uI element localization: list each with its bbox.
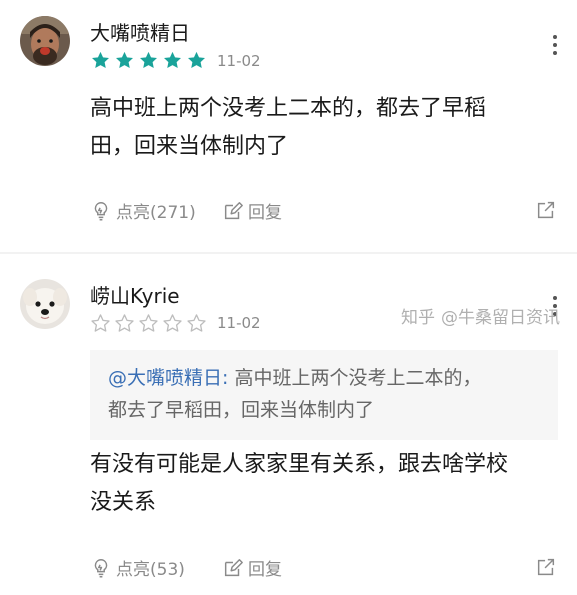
share-icon[interactable] <box>535 556 557 578</box>
like-button[interactable]: 点亮(271) <box>90 198 222 223</box>
comment-content: 有没有可能是人家家里有关系，跟去啥学校 没关系 <box>90 446 560 522</box>
username[interactable]: 崂山Kyrie <box>90 280 180 309</box>
comment-content-line: 田，回来当体制内了 <box>90 134 289 159</box>
more-options-icon[interactable] <box>546 33 564 57</box>
edit-icon <box>224 558 243 576</box>
like-button[interactable]: 点亮(53) <box>90 555 222 580</box>
comment-actions: 点亮(271) 回复 <box>90 198 282 223</box>
share-icon[interactable] <box>535 199 557 221</box>
star-empty-icon <box>91 314 110 332</box>
watermark: 知乎 @牛桑留日资讯 <box>401 303 560 328</box>
comment-card: 大嘴喷精日 11-02 高中班上两个没考上二本的，都去了早稻 田，回来当体制内了… <box>0 0 577 252</box>
like-label: 点亮(53) <box>116 560 185 580</box>
quote-text: 高中班上两个没考上二本的， <box>234 367 482 389</box>
reply-label: 回复 <box>248 560 282 580</box>
avatar[interactable] <box>20 279 70 329</box>
comment-date: 11-02 <box>217 52 261 70</box>
comment-content-line: 没关系 <box>90 490 157 515</box>
lightbulb-icon <box>94 201 108 220</box>
star-empty-icon <box>163 314 182 332</box>
lightbulb-icon <box>94 558 108 577</box>
comment-content-line: 高中班上两个没考上二本的，都去了早稻 <box>90 96 487 121</box>
star-empty-icon <box>115 314 134 332</box>
star-filled-icon <box>116 51 133 69</box>
quote-text: 都去了早稻田，回来当体制内了 <box>108 399 375 421</box>
comment-actions: 点亮(53) 回复 <box>90 555 282 580</box>
star-empty-icon <box>187 314 206 332</box>
avatar[interactable] <box>20 16 70 66</box>
reply-button[interactable]: 回复 <box>222 198 282 223</box>
like-label: 点亮(271) <box>116 203 196 223</box>
watermark-author: @牛桑留日资讯 <box>441 308 560 328</box>
rating-stars <box>90 50 207 71</box>
quote-mention[interactable]: @大嘴喷精日: <box>108 367 228 389</box>
star-filled-icon <box>92 51 109 69</box>
watermark-site: 知乎 <box>401 308 435 328</box>
reply-button[interactable]: 回复 <box>222 555 282 580</box>
comment-content-line: 有没有可能是人家家里有关系，跟去啥学校 <box>90 452 509 477</box>
quoted-reply: @大嘴喷精日: 高中班上两个没考上二本的， 都去了早稻田，回来当体制内了 <box>90 350 558 440</box>
star-filled-icon <box>164 51 181 69</box>
reply-label: 回复 <box>248 203 282 223</box>
comment-date: 11-02 <box>217 314 261 332</box>
star-filled-icon <box>140 51 157 69</box>
edit-icon <box>224 201 243 219</box>
comment-content: 高中班上两个没考上二本的，都去了早稻 田，回来当体制内了 <box>90 90 560 166</box>
rating-stars <box>90 313 207 334</box>
star-empty-icon <box>139 314 158 332</box>
star-filled-icon <box>188 51 205 69</box>
username[interactable]: 大嘴喷精日 <box>90 17 190 46</box>
